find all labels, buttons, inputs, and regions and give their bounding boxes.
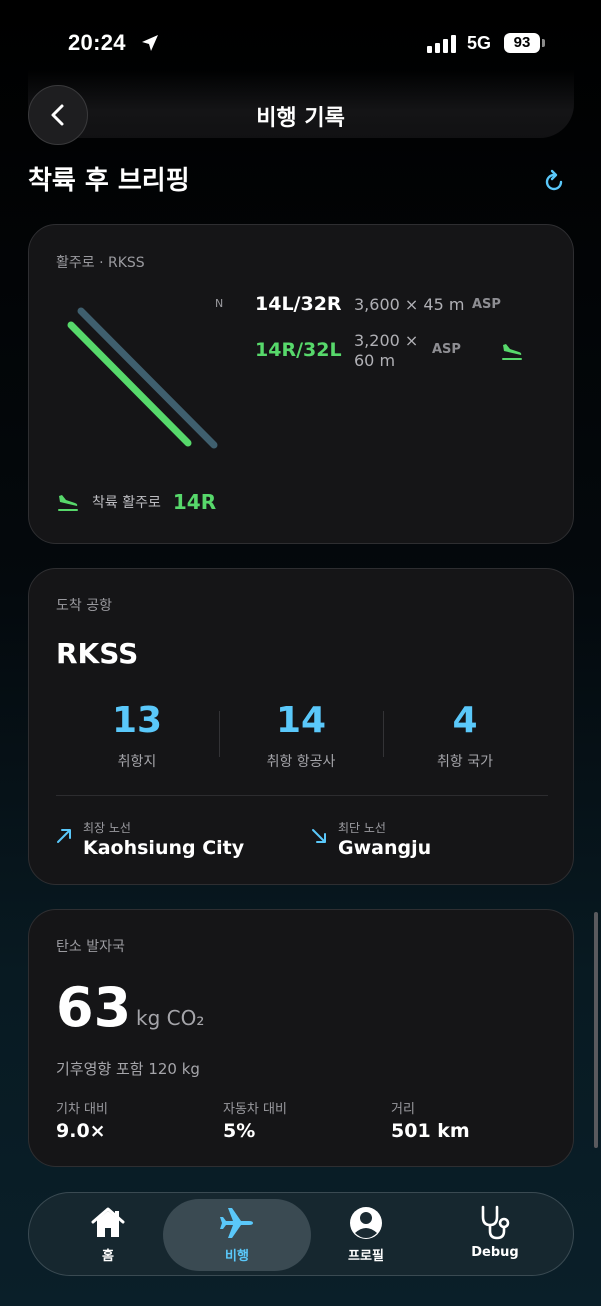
network-label: 5G [467,33,492,53]
runway-14l-line [77,307,218,449]
profile-icon [350,1207,382,1239]
runway-name-2: 14R/32L [255,339,342,361]
airplane-icon [220,1208,253,1238]
signal-icon [427,35,456,53]
stat-destinations-label: 취항지 [117,754,157,770]
runway-dim-2b: 60 m [354,351,396,370]
stethoscope-icon [481,1205,510,1240]
stat-airlines: 14 취항 항공사 [221,699,381,771]
runway-card: 활주로 · RKSS N 14L/32R 3,600 × 45 m ASP 14… [28,224,574,544]
landing-icon [58,495,78,511]
longest-route-value: Kaohsiung City [83,837,245,859]
tab-debug-label: Debug [471,1245,519,1260]
runway-name-1: 14L/32R [255,293,342,315]
runway-diagram [67,307,218,449]
distance-label: 거리 [391,1102,415,1117]
arrow-down-right-icon [312,829,326,843]
divider-line [56,795,548,796]
carbon-value: 63 [56,976,132,1039]
battery-nub [542,39,545,47]
compare-car-label: 자동차 대비 [223,1102,287,1117]
carbon-unit: kg CO₂ [136,1006,205,1030]
carbon-card: 탄소 발자국 63 kg CO₂ 기후영향 포함 120 kg 기차 대비 9.… [28,909,574,1167]
location-arrow-icon [142,35,158,51]
arrow-up-right-icon [57,829,71,843]
airport-code: RKSS [56,637,139,670]
status-bar: 20:24 5G 93 [0,0,601,80]
tab-bar: 홈 비행 프로필 Debug [28,1192,574,1276]
runway-dim-2a: 3,200 × [354,331,419,350]
section-title: 착륙 후 브리핑 [28,166,190,196]
refresh-icon[interactable] [540,168,568,196]
shortest-route-value: Gwangju [338,837,432,859]
scrollbar[interactable] [594,912,598,1148]
tab-profile[interactable]: 프로필 [311,1203,421,1264]
compare-train-label: 기차 대비 [56,1102,108,1117]
stat-airlines-label: 취항 항공사 [266,754,336,770]
tab-flight[interactable]: 비행 [182,1203,292,1264]
landing-runway-label: 착륙 활주로 [92,495,161,511]
stat-destinations: 13 취항지 [57,699,217,771]
stat-destinations-value: 13 [111,700,163,741]
carbon-climate-impact: 기후영향 포함 120 kg [56,1060,200,1078]
tab-home-label: 홈 [102,1249,114,1264]
stat-countries: 4 취항 국가 [385,699,545,771]
longest-route-label: 최장 노선 [83,821,131,835]
stat-divider [219,711,220,757]
runway-surface-1: ASP [472,297,501,312]
airport-card: 도착 공항 RKSS 13 취항지 14 취항 항공사 4 취항 국가 최장 노… [28,568,574,885]
runway-card-label: 활주로 · RKSS [56,255,145,271]
distance-value: 501 km [391,1120,470,1142]
north-indicator: N [215,297,224,310]
landing-runway-row: 착륙 활주로 14R [56,487,216,517]
shortest-route-label: 최단 노선 [338,821,386,835]
runway-14r-line [67,321,192,447]
carbon-card-label: 탄소 발자국 [56,939,125,955]
stat-countries-label: 취항 국가 [437,754,493,770]
tab-home[interactable]: 홈 [53,1203,163,1264]
runway-dim-1: 3,600 × 45 m [354,295,465,314]
stat-divider [383,711,384,757]
stat-countries-value: 4 [452,700,478,741]
landing-runway-value: 14R [172,490,217,514]
tab-flight-label: 비행 [225,1249,249,1264]
compare-train-value: 9.0× [56,1120,106,1142]
airport-card-label: 도착 공항 [56,598,112,614]
battery-icon: 93 [504,33,540,53]
tab-debug[interactable]: Debug [440,1203,550,1260]
runway-surface-2: ASP [432,342,461,357]
status-time: 20:24 [68,30,126,55]
page-title: 비행 기록 [256,106,345,131]
tab-profile-label: 프로필 [348,1249,384,1264]
compare-car-value: 5% [223,1120,256,1142]
stat-airlines-value: 14 [275,700,327,741]
landing-airplane-icon [502,344,522,360]
home-icon [91,1207,125,1237]
